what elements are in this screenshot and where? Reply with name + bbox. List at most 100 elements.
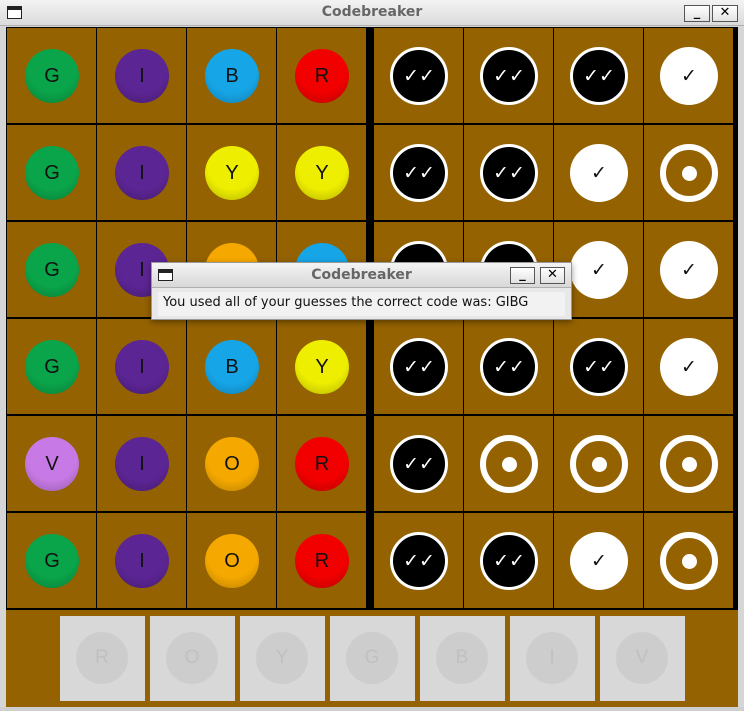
guess-peg: G: [25, 534, 79, 588]
dialog-close-button[interactable]: ✕: [540, 267, 565, 284]
palette-color-button[interactable]: R: [60, 616, 145, 701]
palette-color-button[interactable]: G: [330, 616, 415, 701]
guess-peg: B: [205, 49, 259, 103]
palette-color-button[interactable]: O: [150, 616, 235, 701]
feedback-slot: ✓: [644, 222, 733, 317]
feedback-peg-black: ✓✓: [390, 435, 448, 493]
guess-row: G I O R ✓✓ ✓✓ ✓: [6, 512, 738, 609]
close-button[interactable]: ✕: [712, 5, 738, 22]
guess-peg: Y: [295, 146, 349, 200]
palette-color-button[interactable]: V: [600, 616, 685, 701]
feedback-slot: ✓✓: [464, 28, 553, 123]
minimize-button[interactable]: _: [684, 5, 710, 22]
guess-peg: I: [115, 340, 169, 394]
feedback-slot: ✓: [644, 319, 733, 414]
peg-slot: G: [7, 222, 96, 317]
feedback-slot: [464, 416, 553, 511]
peg-slot: I: [97, 416, 186, 511]
palette-color-label: G: [346, 632, 398, 684]
peg-slot: G: [7, 513, 96, 608]
feedback-peg-empty: [660, 435, 718, 493]
peg-slot: R: [277, 513, 366, 608]
feedback-slot: ✓: [554, 513, 643, 608]
feedback-slot: ✓✓: [374, 319, 463, 414]
peg-slot: G: [7, 125, 96, 220]
guess-peg: B: [205, 340, 259, 394]
feedback-slot: ✓✓: [464, 513, 553, 608]
palette-color-label: V: [616, 632, 668, 684]
peg-slot: B: [187, 319, 276, 414]
peg-slot: I: [97, 513, 186, 608]
palette-color-button[interactable]: B: [420, 616, 505, 701]
feedback-peg-black: ✓✓: [390, 47, 448, 105]
guess-row: G I Y Y ✓✓ ✓✓ ✓: [6, 124, 738, 221]
feedback-peg-black: ✓✓: [480, 532, 538, 590]
feedback-peg-white: ✓: [660, 338, 718, 396]
guess-peg: O: [205, 534, 259, 588]
peg-slot: V: [7, 416, 96, 511]
guess-row: V I O R ✓✓: [6, 415, 738, 512]
palette-color-label: B: [436, 632, 488, 684]
feedback-slot: ✓: [644, 28, 733, 123]
feedback-peg-black: ✓✓: [480, 338, 538, 396]
feedback-peg-white: ✓: [660, 241, 718, 299]
palette-color-button[interactable]: Y: [240, 616, 325, 701]
feedback-peg-empty: [480, 435, 538, 493]
guess-peg: O: [205, 437, 259, 491]
guess-peg: Y: [295, 340, 349, 394]
peg-slot: G: [7, 319, 96, 414]
window-bottom-edge: [0, 707, 744, 711]
feedback-peg-black: ✓✓: [390, 144, 448, 202]
guess-peg: Y: [205, 146, 259, 200]
palette-color-label: R: [76, 632, 128, 684]
palette-color-label: Y: [256, 632, 308, 684]
feedback-peg-black: ✓✓: [570, 47, 628, 105]
feedback-slot: [644, 125, 733, 220]
guess-peg: G: [25, 146, 79, 200]
feedback-slot: ✓✓: [374, 513, 463, 608]
guess-peg: G: [25, 49, 79, 103]
guess-peg: R: [295, 437, 349, 491]
feedback-peg-black: ✓✓: [480, 144, 538, 202]
window-title: Codebreaker: [321, 4, 423, 20]
feedback-slot: ✓✓: [554, 28, 643, 123]
feedback-slot: ✓✓: [374, 125, 463, 220]
guess-peg: I: [115, 534, 169, 588]
peg-slot: Y: [277, 319, 366, 414]
feedback-slot: ✓✓: [464, 125, 553, 220]
guess-peg: I: [115, 49, 169, 103]
feedback-peg-empty: [570, 435, 628, 493]
feedback-peg-black: ✓✓: [570, 338, 628, 396]
dialog-title-bar: Codebreaker _ ✕: [152, 263, 571, 288]
feedback-slot: [644, 513, 733, 608]
dialog-title: Codebreaker: [311, 267, 412, 283]
peg-slot: I: [97, 125, 186, 220]
feedback-peg-white: ✓: [570, 241, 628, 299]
peg-slot: I: [97, 319, 186, 414]
feedback-peg-black: ✓✓: [480, 47, 538, 105]
guess-peg: R: [295, 49, 349, 103]
feedback-slot: ✓✓: [464, 319, 553, 414]
feedback-slot: [554, 416, 643, 511]
palette-color-button[interactable]: I: [510, 616, 595, 701]
guess-peg: I: [115, 437, 169, 491]
peg-slot: B: [187, 28, 276, 123]
feedback-slot: ✓✓: [554, 319, 643, 414]
peg-slot: G: [7, 28, 96, 123]
feedback-peg-white: ✓: [570, 144, 628, 202]
peg-slot: R: [277, 28, 366, 123]
feedback-peg-black: ✓✓: [390, 338, 448, 396]
guess-peg: I: [115, 146, 169, 200]
feedback-slot: ✓✓: [374, 28, 463, 123]
color-palette: ROYGBIV: [6, 609, 738, 707]
feedback-peg-white: ✓: [570, 532, 628, 590]
palette-color-label: I: [526, 632, 578, 684]
dialog-message: You used all of your guesses the correct…: [158, 292, 565, 316]
dialog-minimize-button[interactable]: _: [510, 267, 535, 284]
title-bar: Codebreaker _ ✕: [0, 0, 744, 26]
feedback-slot: [644, 416, 733, 511]
guess-peg: R: [295, 534, 349, 588]
game-over-dialog: Codebreaker _ ✕ You used all of your gue…: [151, 262, 572, 320]
peg-slot: Y: [187, 125, 276, 220]
peg-slot: Y: [277, 125, 366, 220]
